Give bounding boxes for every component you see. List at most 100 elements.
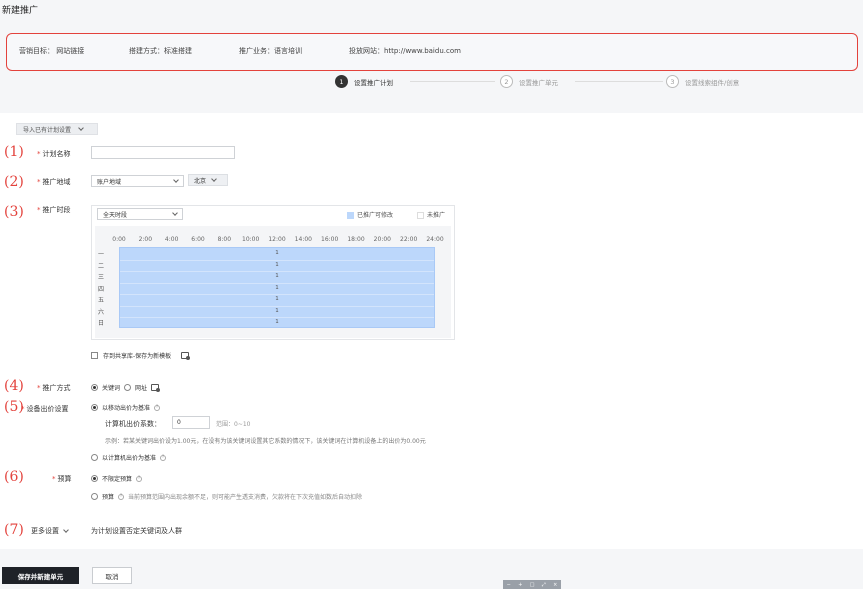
radio-mobile-base-label: 以移动出价为基准 — [102, 405, 151, 412]
radio-pc-base[interactable] — [91, 454, 98, 461]
schedule-cell-value: 1 — [275, 273, 279, 280]
marker-6: (6) — [4, 469, 24, 485]
save-and-new-unit-button[interactable]: 保存并新建单元 — [2, 567, 79, 584]
more-settings-toggle[interactable]: 更多设置 — [31, 526, 69, 536]
import-settings-label: 导入已有计划设置 — [23, 126, 72, 134]
schedule-cell-value: 1 — [275, 319, 279, 326]
cancel-button[interactable]: 取消 — [92, 567, 132, 584]
fullscreen-icon[interactable]: ⤢ — [542, 582, 546, 588]
step-2[interactable]: 2 设置推广单元 — [500, 75, 558, 88]
step-label: 设置推广单元 — [519, 78, 558, 87]
info-site: 投放网站：http://www.baidu.com — [349, 47, 461, 55]
device-bid-opt2: 以计算机出价为基准 ? — [91, 453, 167, 462]
pc-coef-input[interactable]: 0 — [172, 416, 210, 429]
step-1[interactable]: 1 设置推广计划 — [335, 75, 393, 88]
budget-opt1: 不限定预算 ? — [91, 474, 143, 483]
schedule-day-label: 六 — [98, 308, 105, 316]
import-settings-button[interactable]: 导入已有计划设置 — [16, 123, 98, 135]
schedule-select[interactable]: 全天时段 — [97, 208, 183, 220]
schedule-hour-label: 20:00 — [373, 236, 391, 243]
more-settings-desc: 为计划设置否定关键词及人群 — [91, 527, 182, 535]
help-icon[interactable]: ? — [154, 404, 161, 411]
share-label: 存到共享库-保存为新模板 — [103, 353, 172, 360]
schedule-row-divider — [120, 305, 434, 307]
step-number: 1 — [335, 75, 348, 88]
legend-swatch-white — [417, 212, 424, 219]
schedule-hour-label: 10:00 — [242, 236, 260, 243]
schedule-cell-value: 1 — [275, 261, 279, 268]
close-icon[interactable]: × — [553, 582, 557, 588]
schedule-row-divider — [120, 259, 434, 261]
help-icon[interactable]: ? — [118, 493, 125, 500]
schedule-row-divider — [120, 294, 434, 296]
region-tag-label: 北京 — [194, 177, 207, 185]
promo-mode-icon[interactable] — [151, 384, 161, 392]
radio-set-budget[interactable] — [91, 493, 98, 500]
schedule-cell-value: 1 — [275, 284, 279, 291]
radio-pc-base-label: 以计算机出价为基准 — [102, 455, 157, 462]
schedule-day-label: 日 — [98, 320, 105, 328]
schedule-hour-label: 18:00 — [347, 236, 365, 243]
radio-keyword-label: 关键词 — [102, 385, 121, 392]
schedule-grid[interactable]: 1 1 1 1 1 1 1 — [119, 247, 435, 328]
zoom-in-icon[interactable]: + — [518, 582, 522, 588]
schedule-cell-value: 1 — [275, 250, 279, 256]
chevron-down-icon — [211, 176, 217, 182]
device-bid-label: * 设备出价设置 — [21, 405, 69, 413]
radio-unlimited-budget[interactable] — [91, 475, 98, 482]
radio-unlimited-budget-label: 不限定预算 — [102, 476, 133, 483]
region-tag-beijing[interactable]: 北京 — [188, 174, 228, 186]
info-goal: 营销目标： 网站链接 — [19, 47, 85, 55]
schedule-day-label: 二 — [98, 262, 105, 270]
plan-name-input[interactable] — [91, 146, 235, 159]
share-checkbox[interactable] — [91, 352, 98, 359]
schedule-hour-label: 0:00 — [112, 236, 126, 243]
pc-coef-range: 范围：0~10 — [216, 421, 251, 428]
region-select-value: 账户地域 — [97, 178, 122, 186]
help-icon[interactable]: ? — [160, 454, 167, 461]
region-select[interactable]: 账户地域 — [91, 175, 184, 187]
pc-coef-label: 计算机出价系数： — [105, 420, 161, 428]
budget-opt2: 预算 ? 当前预算范围内出现余额不足，则可能产生透支消费，欠款将在下次充值如数后… — [91, 492, 362, 501]
marker-2: (2) — [4, 174, 24, 190]
more-settings-label: 更多设置 — [31, 527, 59, 535]
schedule-hour-label: 2:00 — [138, 236, 153, 243]
radio-url[interactable] — [124, 384, 132, 391]
schedule-cell-value: 1 — [275, 296, 279, 303]
schedule-hour-label: 24:00 — [426, 236, 444, 243]
schedule-label: * 推广时段 — [37, 206, 71, 214]
schedule-hour-label: 8:00 — [217, 236, 232, 243]
step-3[interactable]: 3 设置线索组件/创意 — [666, 75, 739, 88]
radio-url-label: 网址 — [135, 385, 148, 392]
radio-set-budget-label: 预算 — [102, 494, 115, 501]
legend-promoted: 已推广可修改 — [347, 210, 393, 219]
device-bid-opt1: 以移动出价为基准 ? — [91, 403, 161, 412]
page-title: 新建推广 — [2, 6, 39, 16]
template-icon[interactable] — [181, 352, 191, 360]
budget-note: 当前预算范围内出现余额不足，则可能产生透支消费，欠款将在下次充值如数后自动扣除 — [128, 494, 363, 501]
chevron-down-icon — [63, 527, 69, 533]
schedule-day-label: 三 — [98, 274, 105, 282]
radio-mobile-base[interactable] — [91, 404, 98, 411]
marker-3: (3) — [4, 204, 24, 220]
help-icon[interactable]: ? — [136, 475, 143, 482]
schedule-select-value: 全天时段 — [103, 211, 128, 219]
radio-keyword[interactable] — [91, 384, 98, 391]
schedule-day-label: 一 — [98, 251, 105, 258]
schedule-day-label: 四 — [98, 285, 105, 293]
step-label: 设置推广计划 — [354, 78, 393, 87]
zoom-toolbar: − + □ ⤢ × — [503, 580, 561, 589]
promo-mode-label: * 推广方式 — [37, 384, 71, 392]
schedule-row-divider — [120, 317, 434, 319]
promo-mode-options: 关键词 网址 — [91, 383, 161, 392]
schedule-hour-label: 6:00 — [191, 236, 205, 243]
fit-icon[interactable]: □ — [530, 582, 535, 588]
schedule-hour-label: 16:00 — [321, 236, 339, 243]
pc-coef-example: 示例：若某关键词出价设为1.00元，在没有为该关键词设置其它系数的情况下，该关键… — [105, 438, 426, 445]
zoom-out-icon[interactable]: − — [507, 582, 511, 588]
step-connector — [575, 81, 663, 82]
step-label: 设置线索组件/创意 — [685, 78, 740, 87]
step-number: 3 — [666, 75, 679, 88]
share-template-row: 存到共享库-保存为新模板 — [91, 351, 191, 360]
schedule-hour-label: 14:00 — [294, 236, 312, 243]
